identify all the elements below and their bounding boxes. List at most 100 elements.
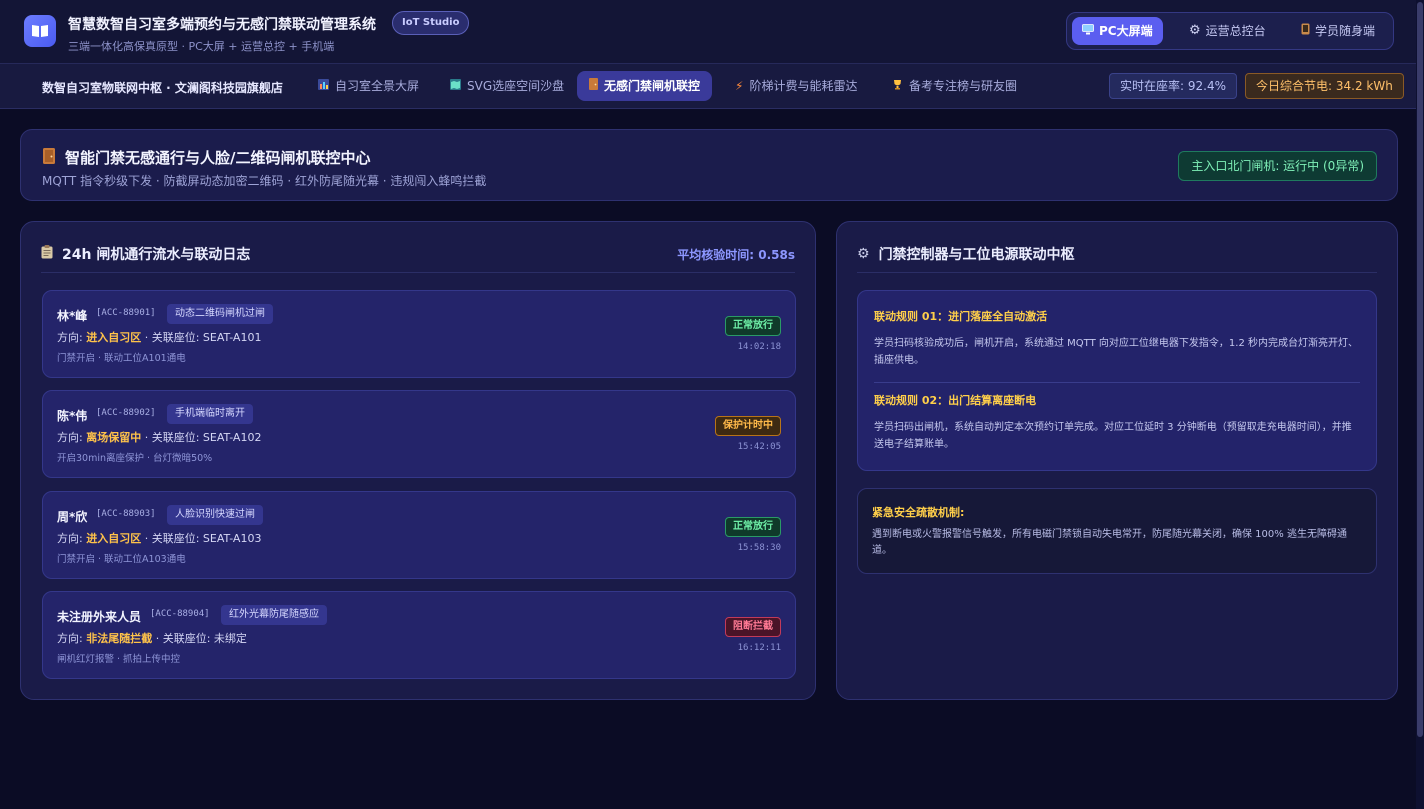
log-entry[interactable]: 林*峰 [ACC-88901] 动态二维码闸机过闸 方向: 进入自习区 · 关联… [42,290,796,378]
divider [41,272,795,273]
linkage-note: 门禁开启 · 联动工位A103通电 [57,554,186,565]
emergency-title: 紧急安全疏散机制: [872,506,965,519]
status-badge: 保护计时中 [715,416,781,436]
gate-center-title: 智能门禁无感通行与人脸/二维码闸机联控中心 [65,149,371,167]
tab-seat-map-label: SVG选座空间沙盘 [467,79,565,93]
role-switcher: PC大屏端 ⚙ 运营总控台 学员随身端 [1066,12,1394,50]
access-log-title-row: 24h 闸机通行流水与联动日志 [41,244,250,264]
access-id: [ACC-88901] [96,308,156,318]
iot-studio-badge: IoT Studio [392,11,470,35]
tab-seat-map[interactable]: SVG选座空间沙盘 [438,71,576,101]
direction-line: 方向: 进入自习区 · 关联座位: SEAT-A101 [57,329,261,345]
linkage-rules-box: 联动规则 01：进门落座全自动激活 学员扫码核验成功后，闸机开启，系统通过 MQ… [857,290,1377,471]
avg-verify-time: 平均核验时间: 0.58s [677,248,795,262]
role-ops-button[interactable]: ⚙ 运营总控台 [1179,17,1276,45]
store-brand: 数智自习室物联网中枢 · 文澜阁科技园旗舰店 [42,81,283,95]
seat-binding: · 关联座位: 未绑定 [152,632,247,645]
access-log-panel: 24h 闸机通行流水与联动日志 平均核验时间: 0.58s 林*峰 [ACC-8… [20,221,816,700]
tab-billing-energy[interactable]: ⚡ 阶梯计费与能耗雷达 [723,71,869,101]
status-badge: 正常放行 [725,316,781,336]
direction-value: 非法尾随拦截 [86,632,153,645]
gear-icon: ⚙ [1189,23,1201,38]
timestamp: 15:42:05 [737,442,781,452]
top-bar: 智慧数智自习室多端预约与无感门禁联动管理系统 IoT Studio 三端一体化高… [0,0,1424,64]
gate-controller-title: 门禁控制器与工位电源联动中枢 [878,247,1075,263]
lightning-icon: ⚡ [735,79,744,93]
rule-description: 学员扫码出闸机，系统自动判定本次预约订单完成。对应工位延时 3 分钟断电（预留取… [874,422,1352,450]
direction-value: 进入自习区 [86,331,142,344]
access-log-title: 24h 闸机通行流水与联动日志 [62,247,251,263]
emergency-description: 遇到断电或火警报警信号触发，所有电磁门禁锁自动失电常开，防尾随光幕关闭，确保 1… [872,529,1347,556]
divider [857,272,1377,273]
gate-center-title-row: 智能门禁无感通行与人脸/二维码闸机联控中心 [43,147,370,168]
linkage-note: 开启30min离座保护 · 台灯微暗50% [57,453,213,464]
direction-prefix: 方向: [57,331,87,344]
gear-icon: ⚙ [857,246,870,262]
gate-controller-panel: ⚙ 门禁控制器与工位电源联动中枢 联动规则 01：进门落座全自动激活 学员扫码核… [836,221,1398,700]
person-name: 未注册外来人员 [57,610,142,624]
direction-line: 方向: 非法尾随拦截 · 关联座位: 未绑定 [57,630,247,646]
app-title: 智慧数智自习室多端预约与无感门禁联动管理系统 [68,17,376,33]
gate-center-header: 智能门禁无感通行与人脸/二维码闸机联控中心 MQTT 指令秒级下发 · 防截屏动… [20,129,1398,201]
seat-binding: · 关联座位: SEAT-A103 [141,532,262,545]
tab-billing-energy-label: 阶梯计费与能耗雷达 [749,79,858,93]
monitor-icon [1082,17,1094,45]
role-mobile-label: 学员随身端 [1315,24,1376,38]
log-entry[interactable]: 陈*伟 [ACC-88902] 手机端临时离开 方向: 离场保留中 · 关联座位… [42,390,796,478]
tab-dashboard[interactable]: 自习室全景大屏 [306,71,431,101]
tab-focus-ranking[interactable]: 备考专注榜与研友圈 [880,71,1029,101]
direction-prefix: 方向: [57,532,87,545]
tab-focus-ranking-label: 备考专注榜与研友圈 [909,79,1018,93]
gate-controller-title-row: ⚙ 门禁控制器与工位电源联动中枢 [857,244,1075,264]
rule-title: 联动规则 01：进门落座全自动激活 [874,310,1048,323]
log-entry[interactable]: 未注册外来人员 [ACC-88904] 红外光幕防尾随感应 方向: 非法尾随拦截… [42,591,796,679]
tab-gate-control[interactable]: 无感门禁闸机联控 [577,71,713,101]
timestamp: 14:02:18 [737,342,781,352]
direction-value: 离场保留中 [86,431,142,444]
direction-line: 方向: 进入自习区 · 关联座位: SEAT-A103 [57,530,261,546]
divider [874,382,1360,383]
timestamp: 16:12:11 [737,643,781,653]
book-logo-icon [24,15,56,47]
access-id: [ACC-88903] [96,509,156,519]
emergency-evacuation-box: 紧急安全疏散机制: 遇到断电或火警报警信号触发，所有电磁门禁锁自动失电常开，防尾… [857,488,1377,574]
rule-title: 联动规则 02：出门结算离座断电 [874,394,1037,407]
scrollbar-thumb[interactable] [1417,2,1423,737]
energy-saving-badge: 今日综合节电: 34.2 kWh [1245,73,1404,99]
status-badge: 正常放行 [725,517,781,537]
gate-center-subtitle: MQTT 指令秒级下发 · 防截屏动态加密二维码 · 红外防尾随光幕 · 违规闯… [42,174,487,188]
phone-icon [1301,17,1310,45]
seat-binding: · 关联座位: SEAT-A102 [141,431,262,444]
map-icon [450,71,461,101]
log-entry[interactable]: 周*欣 [ACC-88903] 人脸识别快速过闸 方向: 进入自习区 · 关联座… [42,491,796,579]
chart-icon [318,71,329,101]
trophy-icon [892,71,903,101]
seat-binding: · 关联座位: SEAT-A101 [141,331,262,344]
role-ops-label: 运营总控台 [1205,24,1266,38]
linkage-note: 门禁开启 · 联动工位A101通电 [57,353,186,364]
rule-description: 学员扫码核验成功后，闸机开启，系统通过 MQTT 向对应工位继电器下发指令，1.… [874,338,1358,366]
role-pc-label: PC大屏端 [1099,24,1153,38]
door-icon [43,147,55,168]
linkage-note: 闸机红灯报警 · 抓拍上传中控 [57,654,181,665]
main-gate-status-badge: 主入口北门闸机: 运行中 (0异常) [1178,151,1377,181]
person-name: 陈*伟 [57,409,88,423]
status-badge: 阻断拦截 [725,617,781,637]
page-scrollbar[interactable] [1416,0,1424,809]
access-method-tag: 红外光幕防尾随感应 [221,605,327,625]
door-icon [589,71,598,101]
direction-prefix: 方向: [57,632,87,645]
nav-bar: 数智自习室物联网中枢 · 文澜阁科技园旗舰店 自习室全景大屏 SVG选座空间沙盘… [0,64,1424,109]
direction-prefix: 方向: [57,431,87,444]
access-method-tag: 手机端临时离开 [167,404,253,424]
person-name: 周*欣 [57,510,88,524]
tab-dashboard-label: 自习室全景大屏 [335,79,420,93]
timestamp: 15:58:30 [737,543,781,553]
role-pc-button[interactable]: PC大屏端 [1072,17,1163,45]
app-subtitle: 三端一体化高保真原型 · PC大屏 + 运营总控 + 手机端 [68,40,335,53]
direction-line: 方向: 离场保留中 · 关联座位: SEAT-A102 [57,429,261,445]
access-id: [ACC-88902] [96,408,156,418]
person-name: 林*峰 [57,309,88,323]
occupancy-rate-badge: 实时在座率: 92.4% [1109,73,1237,99]
role-mobile-button[interactable]: 学员随身端 [1291,17,1385,45]
